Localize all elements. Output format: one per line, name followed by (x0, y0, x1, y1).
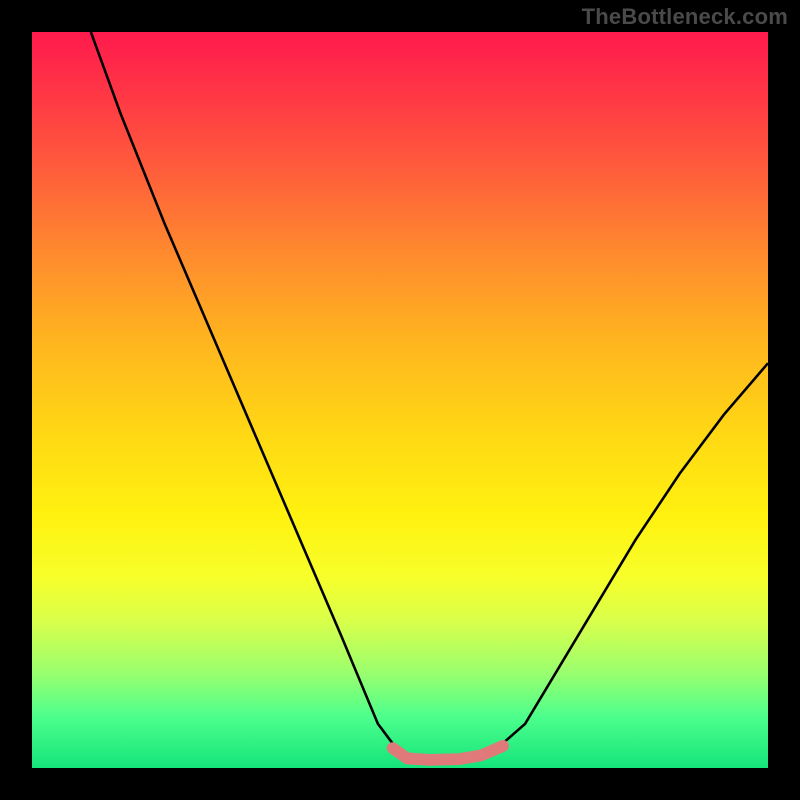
black-curve-path (91, 32, 768, 761)
attribution-text: TheBottleneck.com (582, 4, 788, 30)
pink-bottom-band-path (393, 746, 503, 760)
chart-frame: TheBottleneck.com (0, 0, 800, 800)
curve-svg (32, 32, 768, 768)
plot-area (32, 32, 768, 768)
